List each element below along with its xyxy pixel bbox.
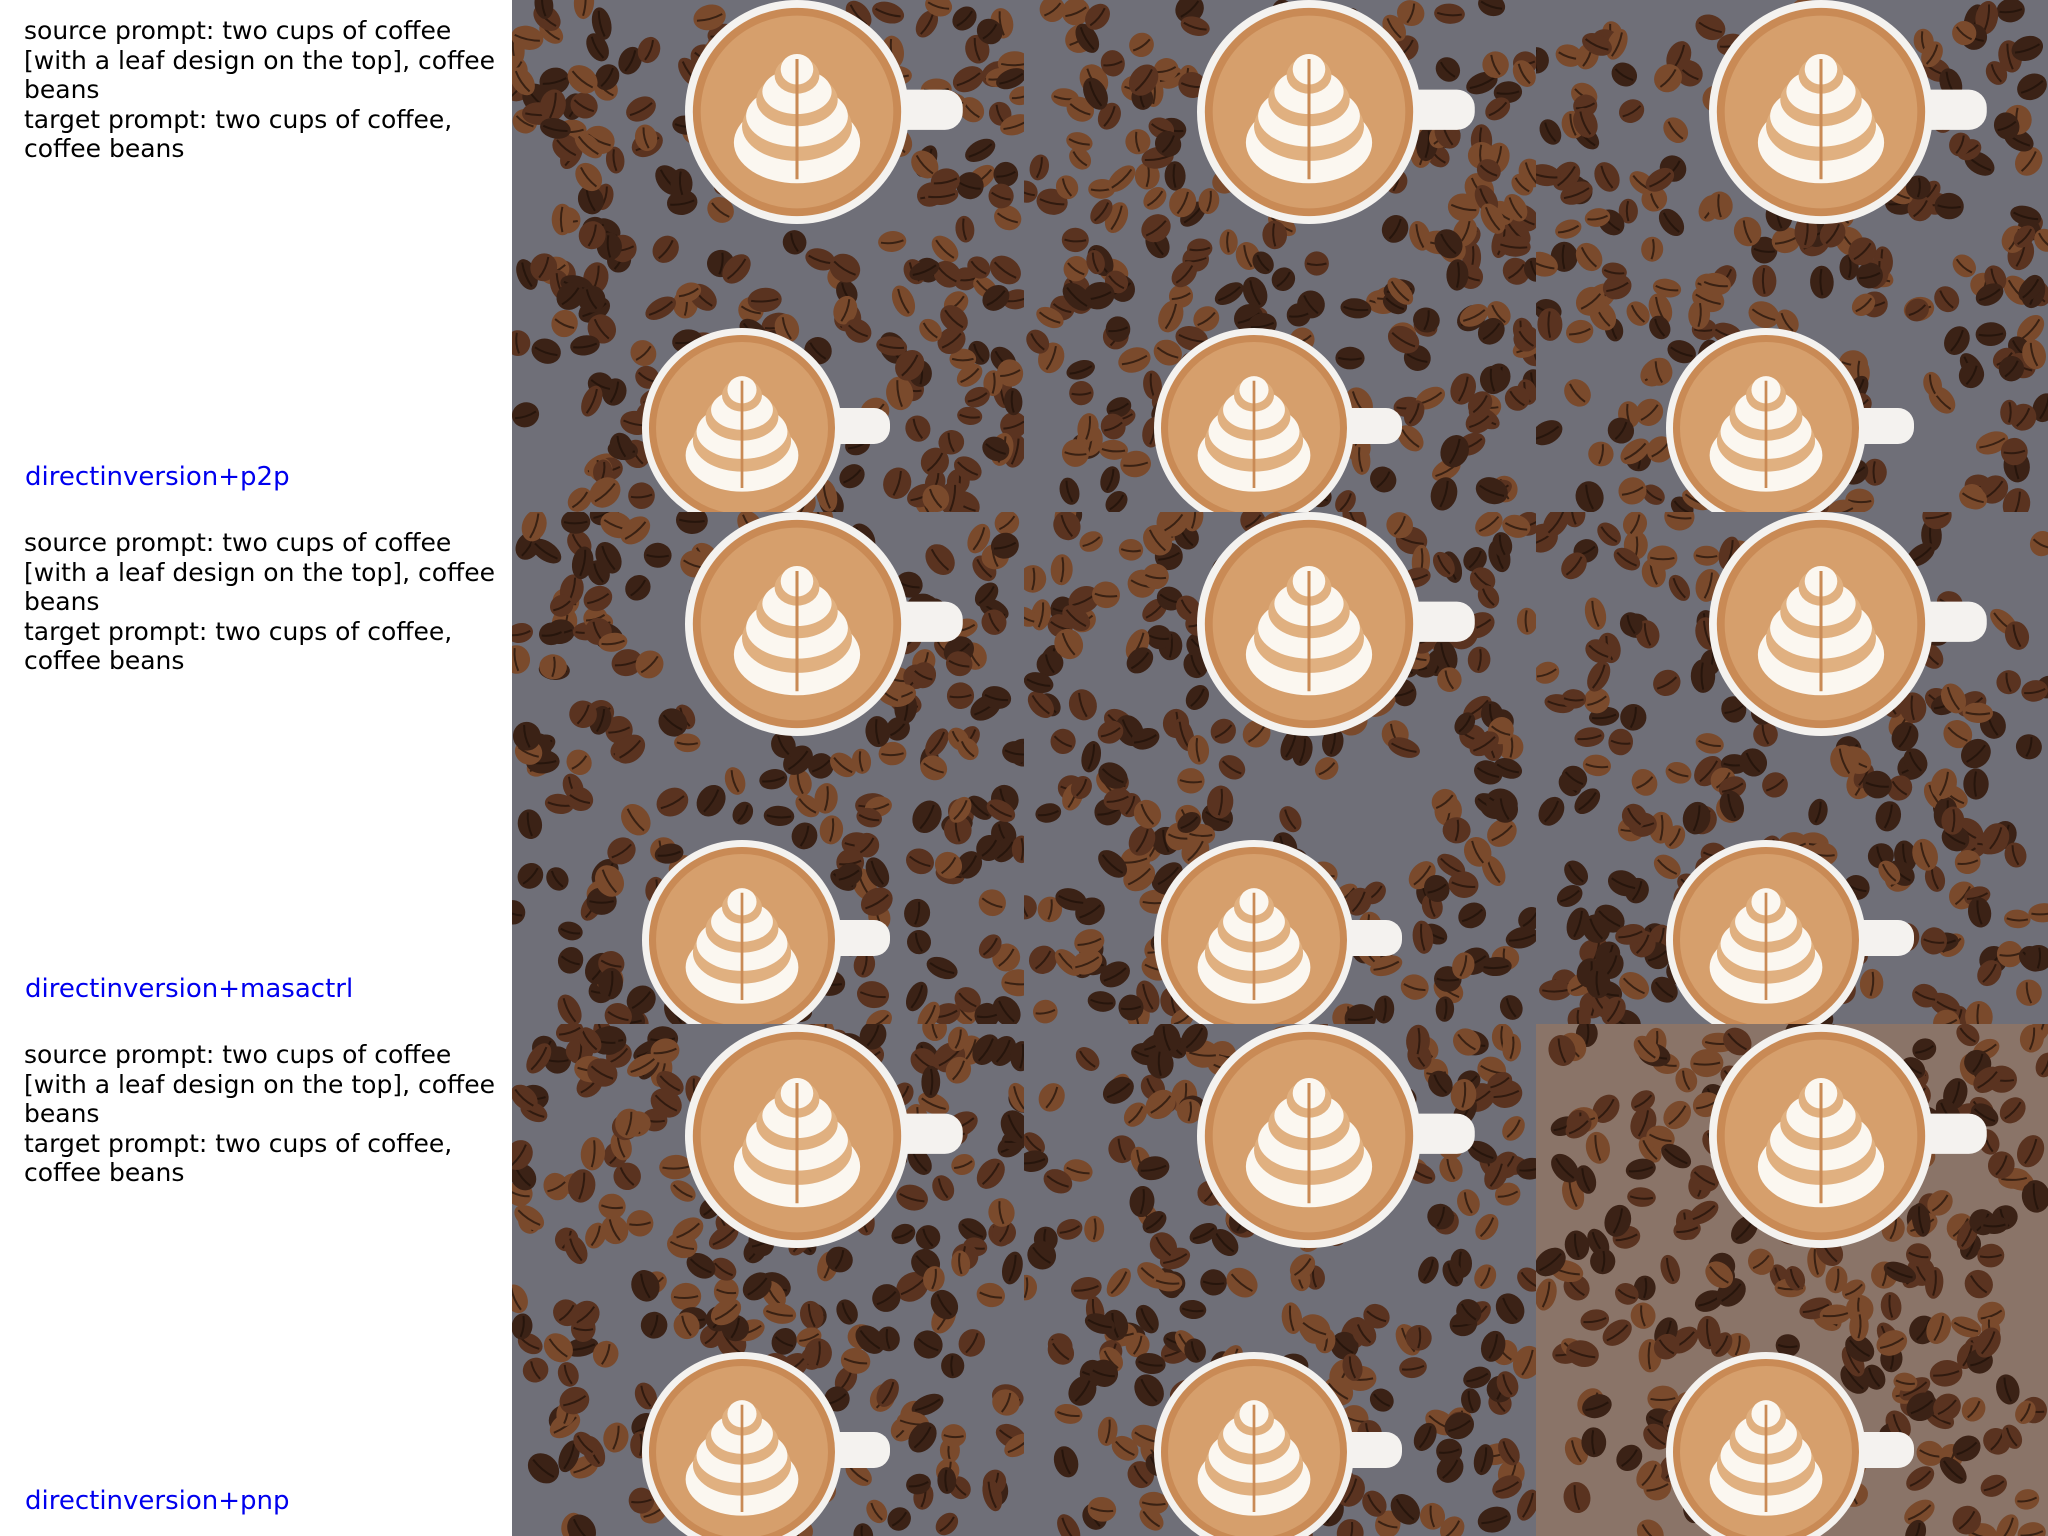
coffee-cups-latte-art-icon [512, 512, 1024, 1024]
target-prompt: target prompt: two cups of coffee, coffe… [24, 104, 461, 164]
prompt-text: source prompt: two cups of coffee [with … [24, 528, 504, 676]
comparison-grid: source prompt: two cups of coffee [with … [0, 0, 2048, 1536]
edited-image [1536, 512, 2048, 1024]
coffee-cups-latte-art-icon [1536, 1024, 2048, 1536]
target-prompt: target prompt: two cups of coffee, coffe… [24, 616, 461, 676]
coffee-cups-latte-art-icon [512, 0, 1024, 512]
prompt-cell: source prompt: two cups of coffee [with … [0, 512, 512, 1024]
coffee-cups-latte-art-icon [1536, 512, 2048, 1024]
coffee-cups-latte-art-icon [1024, 0, 1536, 512]
reconstruction-image [1024, 1024, 1536, 1536]
prompt-text: source prompt: two cups of coffee [with … [24, 1040, 504, 1188]
prompt-text: source prompt: two cups of coffee [with … [24, 16, 504, 164]
method-label: directinversion+masactrl [25, 974, 354, 1004]
result-row: source prompt: two cups of coffee [with … [0, 512, 2048, 1024]
source-image [512, 1024, 1024, 1536]
edited-image [1536, 1024, 2048, 1536]
coffee-cups-latte-art-icon [512, 1024, 1024, 1536]
reconstruction-image [1024, 0, 1536, 512]
target-prompt: target prompt: two cups of coffee, coffe… [24, 1128, 461, 1188]
prompt-cell: source prompt: two cups of coffee [with … [0, 1024, 512, 1536]
prompt-cell: source prompt: two cups of coffee [with … [0, 0, 512, 512]
source-prompt: source prompt: two cups of coffee [with … [24, 528, 503, 616]
result-row: source prompt: two cups of coffee [with … [0, 1024, 2048, 1536]
source-image [512, 512, 1024, 1024]
source-image [512, 0, 1024, 512]
method-label: directinversion+p2p [25, 462, 290, 492]
coffee-cups-latte-art-icon [1024, 1024, 1536, 1536]
source-prompt: source prompt: two cups of coffee [with … [24, 1040, 503, 1128]
source-prompt: source prompt: two cups of coffee [with … [24, 16, 503, 104]
coffee-cups-latte-art-icon [1024, 512, 1536, 1024]
result-row: source prompt: two cups of coffee [with … [0, 0, 2048, 512]
edited-image [1536, 0, 2048, 512]
coffee-cups-latte-art-icon [1536, 0, 2048, 512]
method-label: directinversion+pnp [25, 1486, 290, 1516]
reconstruction-image [1024, 512, 1536, 1024]
